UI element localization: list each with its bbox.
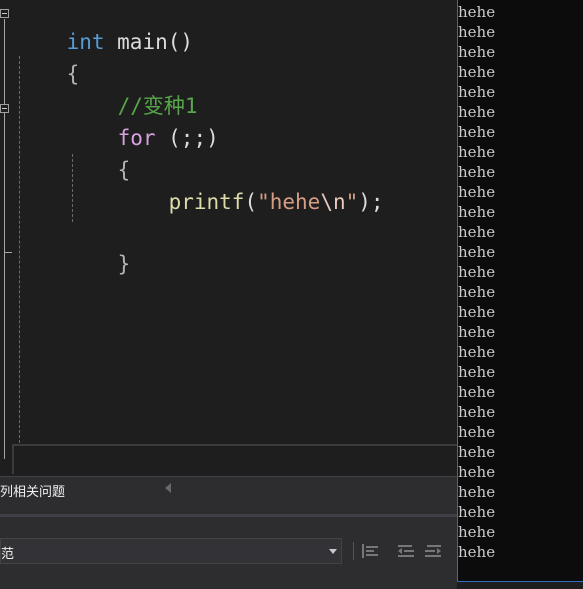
statement-end: ); [358, 190, 384, 214]
dropdown-selected-value: 范 [1, 547, 15, 562]
indent-right-icon[interactable] [423, 541, 445, 561]
console-output-line: hehe [458, 3, 496, 21]
console-output-line: hehe [458, 43, 496, 61]
toolbar-separator [353, 542, 354, 560]
console-output-line: hehe [458, 23, 496, 41]
outline-line-main [4, 19, 5, 459]
code-line-7[interactable]: } [67, 222, 131, 306]
panel-tab-strip: 列相关问题 [0, 476, 457, 500]
paren-open: ( [244, 190, 258, 214]
console-output-line: hehe [458, 303, 496, 321]
console-output-line: hehe [458, 123, 496, 141]
console-output-line: hehe [458, 443, 496, 461]
console-output-line: hehe [458, 343, 496, 361]
editor-horizontal-scroll-area[interactable] [12, 444, 457, 474]
indent-left-icon[interactable] [396, 541, 418, 561]
console-output-line: hehe [458, 503, 496, 521]
string-literal: "hehe [257, 190, 321, 214]
console-output-line: hehe [458, 283, 496, 301]
console-output-line: hehe [458, 483, 496, 501]
console-output-line: hehe [458, 463, 496, 481]
console-output-line: hehe [458, 183, 496, 201]
close-brace-for: } [117, 252, 131, 276]
chevron-down-icon[interactable] [329, 549, 337, 554]
output-source-dropdown[interactable]: 范 [0, 538, 342, 564]
console-output-line: hehe [458, 263, 496, 281]
console-output-line: hehe [458, 63, 496, 81]
console-output-line: hehe [458, 403, 496, 421]
console-output-line: hehe [458, 543, 496, 561]
for-condition: (;;) [155, 126, 219, 150]
console-output-line: hehe [458, 203, 496, 221]
console-output-line: hehe [458, 223, 496, 241]
output-toolbar: 范 [0, 517, 457, 567]
console-output-line: hehe [458, 383, 496, 401]
console-output-line: hehe [458, 423, 496, 441]
align-left-icon[interactable] [360, 541, 382, 561]
tab-related-issues[interactable]: 列相关问题 [0, 481, 65, 500]
code-main-decl: main() [104, 30, 194, 54]
code-editor[interactable]: int main() { //变种1 for (;;) { printf("he… [0, 0, 457, 476]
scroll-left-icon[interactable] [165, 483, 171, 493]
outline-end-tick [4, 252, 12, 253]
console-output-line: hehe [458, 363, 496, 381]
collapse-for-icon[interactable] [0, 104, 9, 113]
console-output-line: hehe [458, 83, 496, 101]
console-output-line: hehe [458, 323, 496, 341]
console-output-line: hehe [458, 103, 496, 121]
collapse-main-icon[interactable] [0, 9, 9, 18]
code-line-6[interactable]: printf("hehe\n"); [118, 160, 384, 244]
console-output-line: hehe [458, 143, 496, 161]
console-output-line: hehe [458, 243, 496, 261]
panel-footer [0, 567, 457, 589]
panel-spacer [0, 500, 457, 514]
escape-sequence: \n [320, 190, 346, 214]
console-window[interactable]: hehe hehe hehe hehe hehe hehe hehe hehe hehe hehe… [457, 0, 583, 582]
string-end: " [345, 190, 359, 214]
function-printf: printf [168, 190, 245, 214]
console-output-line: hehe [458, 163, 496, 181]
console-output-line: hehe [458, 523, 496, 541]
